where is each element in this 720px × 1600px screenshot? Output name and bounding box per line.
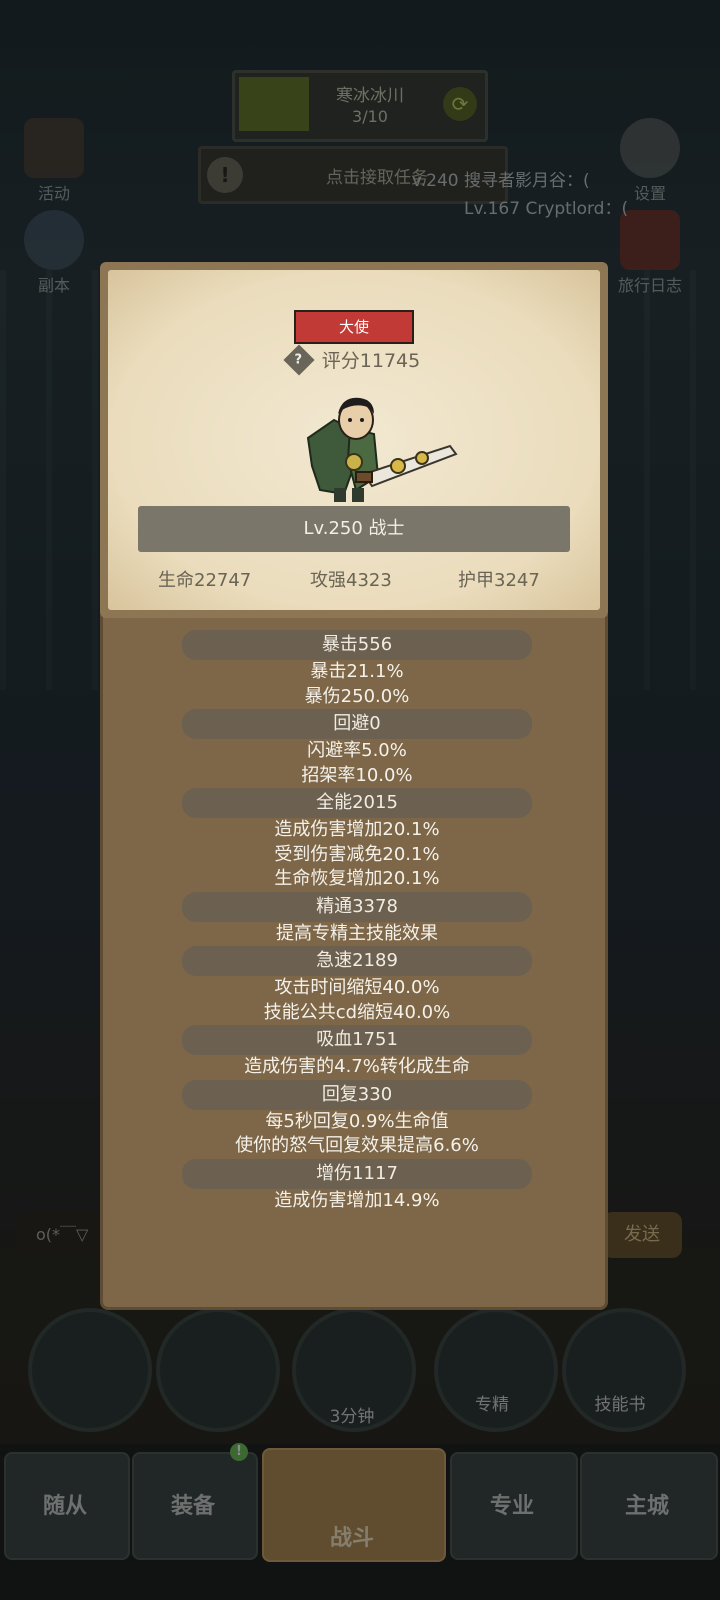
score-value: 评分11745 bbox=[321, 350, 421, 372]
attack-stat: 攻强4323 bbox=[310, 570, 392, 591]
stat-group-header: 回避0 bbox=[182, 709, 532, 739]
warrior-character-portrait bbox=[290, 390, 460, 508]
hp-stat: 生命22747 bbox=[158, 570, 252, 591]
stat-detail-line: 攻击时间缩短40.0% bbox=[274, 977, 440, 998]
stat-detail-line: 技能公共cd缩短40.0% bbox=[263, 1001, 451, 1023]
stat-detail-line: 受到伤害减免20.1% bbox=[274, 843, 440, 865]
stat-detail-line: 每5秒回复0.9%生命值 bbox=[265, 1110, 449, 1132]
character-stats-popup: 暴击556 暴击21.1% 暴伤250.0% 回避0 闪避率5.0% 招架率10.0% 全能… bbox=[100, 262, 608, 1310]
stat-group-header: 回复330 bbox=[182, 1079, 532, 1110]
stat-detail-line: 暴击21.1% bbox=[310, 661, 404, 682]
stats-panel: 暴击556 暴击21.1% 暴伤250.0% 回避0 闪避率5.0% 招架率10.0% 全能… bbox=[100, 614, 608, 1310]
stat-detail-line: 提高专精主技能效果 bbox=[276, 922, 438, 944]
stat-detail-line: 生命恢复增加20.1% bbox=[274, 868, 440, 889]
armor-stat: 护甲3247 bbox=[458, 570, 540, 591]
player-title-badge: 大使 bbox=[294, 310, 414, 344]
stat-group-header: 全能2015 bbox=[182, 788, 532, 818]
stat-detail-line: 闪避率5.0% bbox=[307, 740, 407, 761]
level-class-bar: Lv.250 战士 bbox=[138, 506, 570, 552]
stats-list: 暴击556 暴击21.1% 暴伤250.0% 回避0 闪避率5.0% 招架率10.0% 全能… bbox=[103, 630, 611, 1213]
stat-detail-line: 造成伤害增加14.9% bbox=[274, 1189, 440, 1211]
stat-detail-line: 招架率10.0% bbox=[301, 764, 413, 786]
stat-group-header: 暴击556 bbox=[182, 630, 532, 660]
profile-card: 大使 ? 评分11745 Lv.250 战士 生命22747 攻强4323 护甲… bbox=[100, 262, 608, 618]
stat-group-header: 精通3378 bbox=[182, 891, 532, 922]
stat-detail-line: 造成伤害的4.7%转化成生命 bbox=[244, 1056, 470, 1077]
stat-detail-line: 暴伤250.0% bbox=[304, 685, 410, 707]
stat-group-header: 吸血1751 bbox=[182, 1025, 532, 1055]
help-icon[interactable]: ? bbox=[283, 343, 315, 376]
score-row: ? 评分11745 bbox=[100, 343, 608, 376]
stat-group-header: 急速2189 bbox=[182, 946, 532, 976]
stat-detail-line: 造成伤害增加20.1% bbox=[274, 819, 440, 840]
stat-group-header: 增伤1117 bbox=[182, 1158, 532, 1189]
stat-detail-line: 使你的怒气回复效果提高6.6% bbox=[235, 1135, 479, 1156]
